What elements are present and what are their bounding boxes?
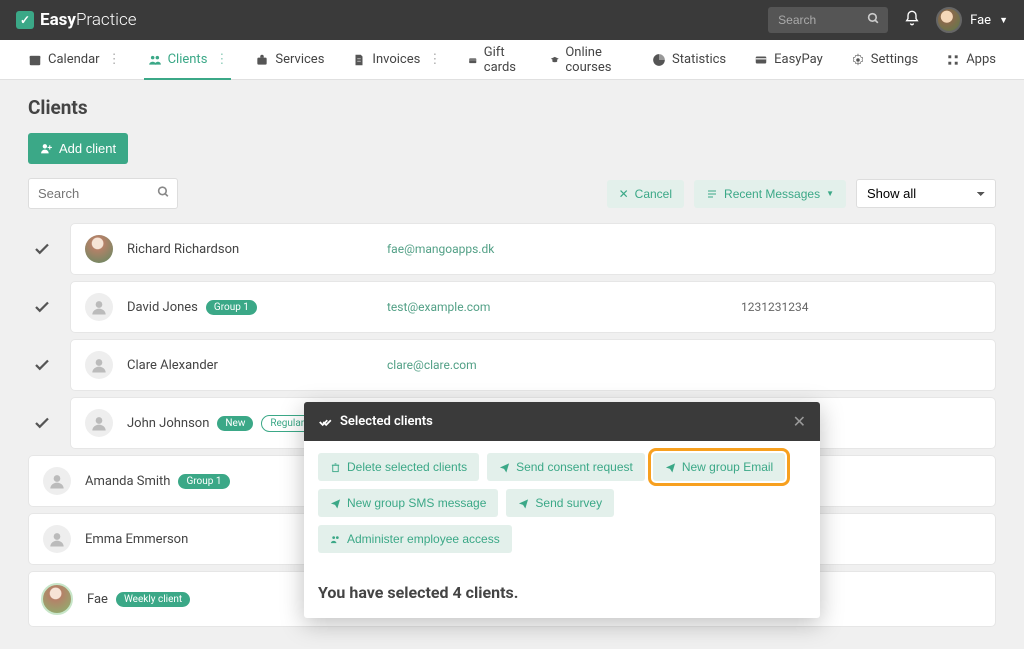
check-icon: [33, 298, 51, 316]
check-icon: ✓: [16, 11, 34, 29]
people-icon: [330, 534, 341, 545]
client-phone: 1231231234: [741, 300, 981, 314]
add-client-button[interactable]: Add client: [28, 133, 128, 164]
client-name: FaeWeekly client: [87, 592, 347, 607]
nav-settings[interactable]: Settings: [851, 40, 918, 79]
nav-easypay[interactable]: EasyPay: [754, 40, 823, 79]
send-icon: [665, 462, 676, 473]
send-consent-button[interactable]: Send consent request: [487, 453, 645, 481]
global-search-wrap: [768, 7, 888, 33]
client-tag: Group 1: [178, 474, 229, 489]
client-email: clare@clare.com: [387, 358, 741, 372]
client-email: fae@mangoapps.dk: [387, 242, 741, 256]
avatar: [85, 293, 113, 321]
brand-light: Practice: [76, 10, 137, 30]
topbar: ✓ EasyPractice Fae ▼: [0, 0, 1024, 40]
filter-select[interactable]: Show all: [856, 179, 996, 208]
avatar: [85, 235, 113, 263]
row-select-check[interactable]: [28, 298, 56, 316]
client-tag: Group 1: [206, 300, 257, 315]
trash-icon: [330, 462, 341, 473]
client-name: David JonesGroup 1: [127, 300, 387, 315]
send-icon: [330, 498, 341, 509]
nav-clients[interactable]: Clients⋮: [148, 40, 228, 79]
recent-messages-button[interactable]: Recent Messages▼: [694, 180, 846, 208]
avatar: [936, 7, 962, 33]
list-toolbar: ✕Cancel Recent Messages▼ Show all: [28, 178, 996, 209]
avatar: [85, 409, 113, 437]
nav-giftcards[interactable]: Gift cards: [468, 40, 521, 79]
user-menu[interactable]: Fae ▼: [936, 7, 1008, 33]
avatar: [43, 525, 71, 553]
page-title: Clients: [28, 96, 996, 119]
row-select-check[interactable]: [28, 240, 56, 258]
client-row: FaeWeekly client: [28, 571, 996, 627]
nav-invoices[interactable]: Invoices⋮: [352, 40, 440, 79]
client-row: Clare Alexanderclare@clare.com: [28, 339, 996, 391]
client-tag: New: [217, 416, 253, 431]
send-survey-button[interactable]: Send survey: [506, 489, 614, 517]
client-search-input[interactable]: [28, 178, 178, 209]
nav-services[interactable]: Services: [255, 40, 324, 79]
notifications-icon[interactable]: [904, 10, 920, 30]
send-icon: [518, 498, 529, 509]
topbar-right: Fae ▼: [768, 7, 1008, 33]
client-name: Clare Alexander: [127, 358, 387, 373]
delete-selected-button[interactable]: Delete selected clients: [318, 453, 479, 481]
client-row: Richard Richardsonfae@mangoapps.dk: [28, 223, 996, 275]
client-email: test@example.com: [387, 300, 741, 314]
row-select-check[interactable]: [28, 414, 56, 432]
search-icon: [157, 185, 170, 202]
modal-title: Selected clients: [340, 414, 433, 429]
new-group-email-button[interactable]: New group Email: [653, 453, 785, 481]
modal-close-button[interactable]: ✕: [793, 412, 806, 431]
brand-logo[interactable]: ✓ EasyPractice: [16, 10, 137, 30]
user-name: Fae: [970, 13, 991, 28]
chevron-down-icon: ▼: [826, 189, 834, 198]
avatar: [85, 351, 113, 379]
modal-header: Selected clients ✕: [304, 402, 820, 441]
check-all-icon: [318, 415, 332, 429]
check-icon: [33, 356, 51, 374]
check-icon: [33, 414, 51, 432]
client-row: David JonesGroup 1test@example.com123123…: [28, 281, 996, 333]
new-group-sms-button[interactable]: New group SMS message: [318, 489, 498, 517]
row-select-check[interactable]: [28, 356, 56, 374]
check-icon: [33, 240, 51, 258]
nav-statistics[interactable]: Statistics: [652, 40, 726, 79]
chevron-down-icon: ▼: [999, 15, 1008, 26]
search-icon: [867, 12, 880, 29]
client-name: Richard Richardson: [127, 242, 387, 257]
client-tag: Weekly client: [116, 592, 190, 607]
client-card[interactable]: Richard Richardsonfae@mangoapps.dk: [70, 223, 996, 275]
avatar: [43, 467, 71, 495]
send-icon: [499, 462, 510, 473]
nav-onlinecourses[interactable]: Online courses: [550, 40, 624, 79]
administer-access-button[interactable]: Administer employee access: [318, 525, 512, 553]
avatar: [41, 583, 73, 615]
brand-strong: Easy: [40, 10, 76, 30]
client-card[interactable]: Clare Alexanderclare@clare.com: [70, 339, 996, 391]
client-card[interactable]: FaeWeekly client: [28, 571, 996, 627]
close-icon: ✕: [619, 187, 629, 201]
main-nav: Calendar⋮ Clients⋮ Services Invoices⋮ Gi…: [0, 40, 1024, 80]
nav-apps[interactable]: Apps: [946, 40, 996, 79]
cancel-selection-button[interactable]: ✕Cancel: [607, 180, 684, 208]
nav-calendar[interactable]: Calendar⋮: [28, 40, 120, 79]
client-card[interactable]: David JonesGroup 1test@example.com123123…: [70, 281, 996, 333]
